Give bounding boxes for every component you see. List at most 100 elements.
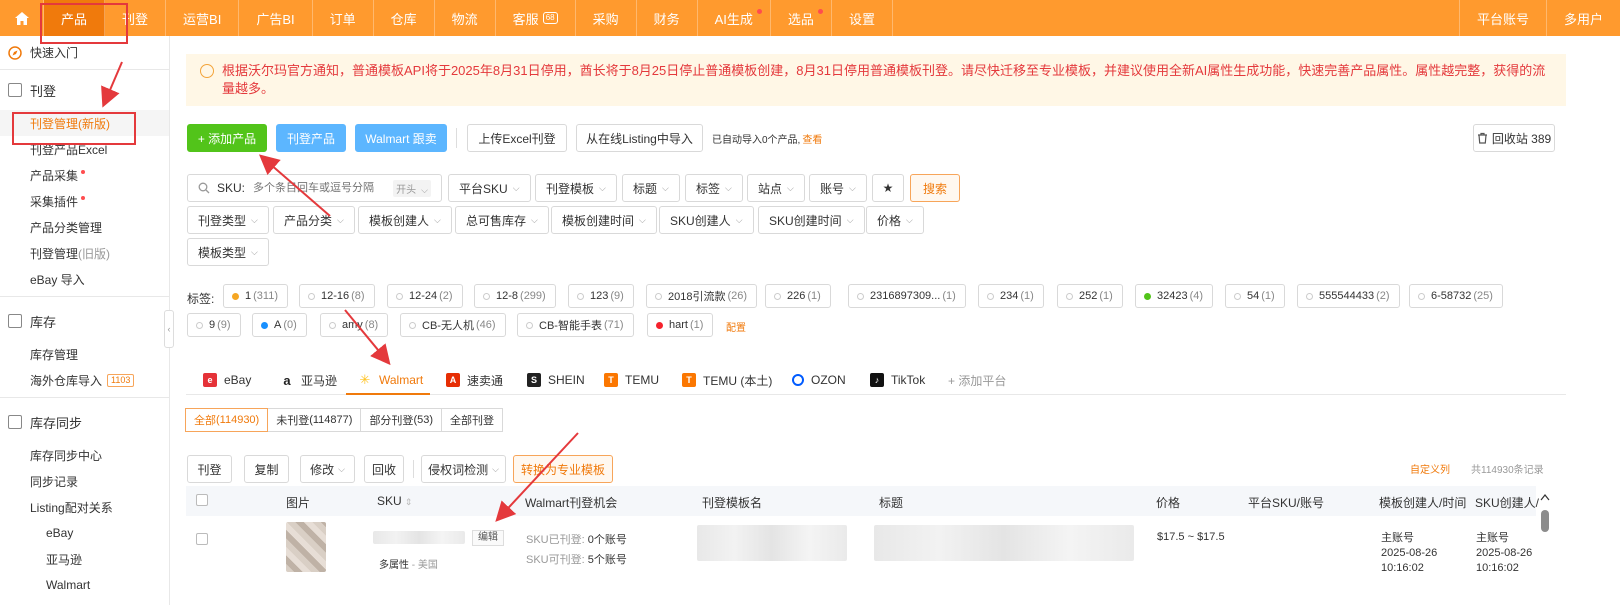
recycle-bin-button[interactable]: 回收站 389 bbox=[1473, 124, 1555, 152]
nav-purchase[interactable]: 采购 bbox=[576, 0, 637, 36]
platform-tab-add[interactable]: + 添加平台 bbox=[948, 366, 1006, 394]
sidebar-item-pairing-amazon[interactable]: 亚马逊 bbox=[0, 546, 169, 572]
platform-tab-temu-local[interactable]: T TEMU (本土) bbox=[682, 366, 772, 394]
nav-operation-bi[interactable]: 运营BI bbox=[166, 0, 240, 36]
sidebar-item-product-collect[interactable]: 产品采集 bbox=[0, 162, 169, 188]
tag-chip[interactable]: 9 (9) bbox=[187, 313, 241, 337]
tag-chip[interactable]: 1 (311) bbox=[223, 284, 288, 308]
filter-tag[interactable]: 标签 ⌵ bbox=[685, 174, 743, 202]
filter-site[interactable]: 站点 ⌵ bbox=[747, 174, 805, 202]
search-button[interactable]: 搜索 bbox=[910, 174, 960, 202]
filter-template-creator[interactable]: 模板创建人 ⌵ bbox=[358, 206, 452, 234]
filter-template-created[interactable]: 模板创建时间 ⌵ bbox=[551, 206, 657, 234]
select-all-checkbox[interactable] bbox=[196, 494, 208, 506]
platform-tab-ebay[interactable]: e eBay bbox=[203, 366, 251, 394]
nav-orders[interactable]: 订单 bbox=[313, 0, 374, 36]
sidebar-section-inventory[interactable]: 库存 bbox=[0, 301, 169, 341]
tag-chip[interactable]: CB-无人机 (46) bbox=[400, 313, 506, 337]
tag-chip[interactable]: 555544433 (2) bbox=[1297, 284, 1400, 308]
recycle-button[interactable]: 回收 bbox=[364, 455, 404, 483]
platform-tab-aliexpress[interactable]: A 速卖通 bbox=[446, 366, 503, 394]
platform-tab-ozon[interactable]: OZON bbox=[792, 366, 846, 394]
copy-button[interactable]: 复制 bbox=[244, 455, 289, 483]
filter-category[interactable]: 产品分类 ⌵ bbox=[273, 206, 355, 234]
tag-chip[interactable]: 2018引流款 (26) bbox=[646, 284, 758, 308]
tag-chip[interactable]: 6-58732 (25) bbox=[1409, 284, 1503, 308]
modify-button[interactable]: 修改 ⌵ bbox=[300, 455, 355, 483]
sidebar-item-sync-records[interactable]: 同步记录 bbox=[0, 468, 169, 494]
nav-customer-service[interactable]: 客服 68 bbox=[496, 0, 576, 36]
filter-sku-created[interactable]: SKU创建时间 ⌵ bbox=[758, 206, 865, 234]
filter-sku-creator[interactable]: SKU创建人 ⌵ bbox=[659, 206, 754, 234]
sidebar-item-inventory-manage[interactable]: 库存管理 bbox=[0, 341, 169, 367]
product-thumbnail[interactable] bbox=[286, 522, 326, 572]
star-button[interactable]: ★ bbox=[872, 174, 904, 202]
col-sku[interactable]: SKU ⇕ bbox=[377, 494, 412, 508]
sidebar-item-sync-center[interactable]: 库存同步中心 bbox=[0, 442, 169, 468]
tag-chip[interactable]: 252 (1) bbox=[1057, 284, 1123, 308]
tag-chip[interactable]: 54 (1) bbox=[1225, 284, 1285, 308]
custom-columns-link[interactable]: 自定义列 bbox=[1410, 461, 1450, 476]
table-scrollbar[interactable] bbox=[1540, 490, 1550, 605]
publish-product-button[interactable]: 刊登产品 bbox=[276, 124, 346, 152]
platform-tab-shein[interactable]: S SHEIN bbox=[527, 366, 585, 394]
sidebar-item-category-manage[interactable]: 产品分类管理 bbox=[0, 214, 169, 240]
tag-chip[interactable]: 12-24 (2) bbox=[387, 284, 463, 308]
sku-search-field[interactable]: SKU: 开头⌵ bbox=[187, 174, 442, 202]
nav-selection[interactable]: 选品 bbox=[771, 0, 832, 36]
status-tab-published[interactable]: 全部刊登 bbox=[441, 408, 503, 432]
sidebar-item-pairing-ebay[interactable]: eBay bbox=[0, 520, 169, 546]
filter-title[interactable]: 标题 ⌵ bbox=[622, 174, 680, 202]
sidebar-collapse-handle[interactable]: ‹ bbox=[164, 310, 174, 348]
nav-ads-bi[interactable]: 广告BI bbox=[239, 0, 313, 36]
tag-chip[interactable]: 123 (9) bbox=[568, 284, 634, 308]
sidebar-section-publish[interactable]: 刊登 bbox=[0, 70, 169, 110]
nav-logistics[interactable]: 物流 bbox=[435, 0, 496, 36]
nav-multi-user[interactable]: 多用户 bbox=[1545, 0, 1620, 36]
filter-template[interactable]: 刊登模板 ⌵ bbox=[535, 174, 617, 202]
import-listing-button[interactable]: 从在线Listing中导入 bbox=[576, 124, 703, 152]
tag-chip[interactable]: hart (1) bbox=[647, 313, 714, 337]
tag-chip[interactable]: A (0) bbox=[252, 313, 307, 337]
sidebar-item-ebay-import[interactable]: eBay 导入 bbox=[0, 266, 169, 292]
sidebar-item-pairing-walmart[interactable]: Walmart bbox=[0, 572, 169, 598]
sidebar-item-collect-plugin[interactable]: 采集插件 bbox=[0, 188, 169, 214]
filter-publish-type[interactable]: 刊登类型 ⌵ bbox=[187, 206, 269, 234]
row-checkbox[interactable] bbox=[196, 533, 208, 545]
tag-chip[interactable]: CB-智能手表 (71) bbox=[517, 313, 634, 337]
platform-tab-amazon[interactable]: a 亚马逊 bbox=[280, 366, 337, 394]
nav-warehouse[interactable]: 仓库 bbox=[374, 0, 435, 36]
filter-platform-sku[interactable]: 平台SKU ⌵ bbox=[448, 174, 531, 202]
add-product-button[interactable]: + 添加产品 bbox=[187, 124, 267, 152]
filter-template-type[interactable]: 模板类型 ⌵ bbox=[187, 238, 269, 266]
tag-chip[interactable]: 32423 (4) bbox=[1135, 284, 1214, 308]
tag-chip[interactable]: amy (8) bbox=[320, 313, 389, 337]
platform-tab-tiktok[interactable]: ♪ TikTok bbox=[870, 366, 925, 394]
tag-chip[interactable]: 226 (1) bbox=[765, 284, 831, 308]
sidebar-item-publish-manage-old[interactable]: 刊登管理 (旧版) bbox=[0, 240, 169, 266]
nav-settings[interactable]: 设置 bbox=[832, 0, 893, 36]
upload-excel-button[interactable]: 上传Excel刊登 bbox=[467, 124, 567, 152]
nav-finance[interactable]: 财务 bbox=[637, 0, 698, 36]
walmart-follow-button[interactable]: Walmart 跟卖 bbox=[355, 124, 447, 152]
tag-chip[interactable]: 12-8 (299) bbox=[474, 284, 556, 308]
sidebar-item-listing-pairing[interactable]: Listing配对关系 bbox=[0, 494, 169, 520]
tag-chip[interactable]: 12-16 (8) bbox=[299, 284, 375, 308]
status-tab-unpublished[interactable]: 未刊登 (114877) bbox=[267, 408, 362, 432]
infringement-check-button[interactable]: 侵权词检测 ⌵ bbox=[421, 455, 506, 483]
filter-total-stock[interactable]: 总可售库存 ⌵ bbox=[455, 206, 549, 234]
convert-template-button[interactable]: 转换为专业模板 bbox=[513, 455, 613, 483]
sku-input[interactable] bbox=[253, 182, 394, 194]
tag-config-link[interactable]: 配置 bbox=[726, 319, 746, 334]
status-tab-partial[interactable]: 部分刊登 (53) bbox=[360, 408, 442, 432]
home-icon[interactable] bbox=[0, 0, 44, 36]
edit-button[interactable]: 编辑 bbox=[472, 530, 504, 546]
sku-mode-select[interactable]: 开头 ⌵ bbox=[393, 179, 431, 197]
platform-tab-walmart[interactable]: ✳ Walmart bbox=[358, 366, 424, 394]
batch-publish-button[interactable]: 刊登 bbox=[187, 455, 232, 483]
nav-ai[interactable]: AI生成 bbox=[698, 0, 771, 36]
sidebar-item-overseas-import[interactable]: 海外仓库导入 1103 bbox=[0, 367, 169, 393]
tag-chip[interactable]: 234 (1) bbox=[978, 284, 1044, 308]
nav-platform-accounts[interactable]: 平台账号 bbox=[1458, 0, 1546, 36]
filter-account[interactable]: 账号 ⌵ bbox=[809, 174, 867, 202]
